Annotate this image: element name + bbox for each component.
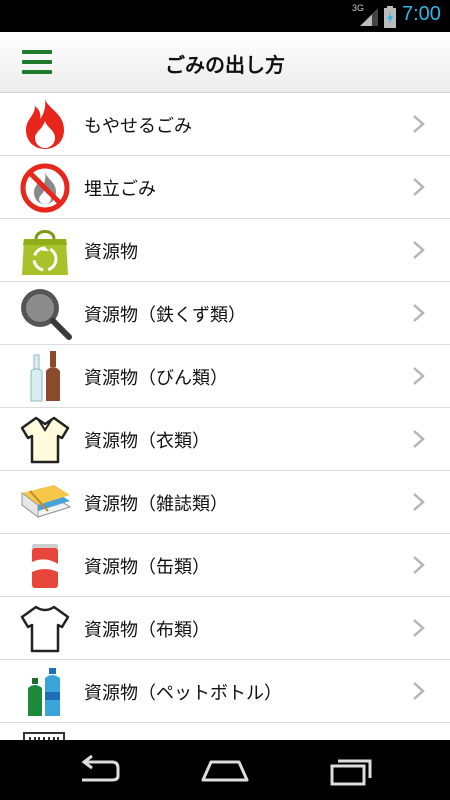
- list-item-clothing[interactable]: 資源物（衣類）: [0, 408, 450, 471]
- status-bar: 3G 7:00: [0, 0, 450, 32]
- list-item-scrap-metal[interactable]: 資源物（鉄くず類）: [0, 282, 450, 345]
- list-item-label: 資源物（缶類）: [84, 557, 210, 578]
- list-item-cans[interactable]: 資源物（缶類）: [0, 534, 450, 597]
- list-item-label: 埋立ごみ: [84, 179, 156, 200]
- bottles-icon: [30, 351, 60, 402]
- chevron-right-icon: [413, 115, 425, 133]
- list-item-label: 資源物（衣類）: [84, 431, 210, 452]
- home-icon[interactable]: [197, 754, 253, 786]
- list-item-label: 資源物（布類）: [84, 620, 210, 641]
- list-item-magazines[interactable]: 資源物（雑誌類）: [0, 471, 450, 534]
- recent-apps-icon[interactable]: [322, 754, 378, 786]
- landfill-no-fire-icon: [20, 163, 70, 213]
- page-title: ごみの出し方: [165, 53, 285, 77]
- category-list[interactable]: もやせるごみ 埋立ごみ 資源物 資源物（鉄くず類） 資源物（びん類） 資源物（衣…: [0, 93, 450, 740]
- list-item-recyclables[interactable]: 資源物: [0, 219, 450, 282]
- list-item-label: 資源物（鉄くず類）: [84, 305, 246, 326]
- chevron-right-icon: [413, 682, 425, 700]
- list-item-label: もやせるごみ: [84, 116, 192, 137]
- list-item-bottles[interactable]: 資源物（びん類）: [0, 345, 450, 408]
- battery-charging-icon: [384, 6, 396, 28]
- list-item-label: 資源物（びん類）: [84, 368, 228, 389]
- chevron-right-icon: [413, 430, 425, 448]
- list-item-label: 資源物: [84, 242, 138, 263]
- app-bar: ごみの出し方: [0, 32, 450, 93]
- recycle-bag-icon: [22, 230, 68, 275]
- list-item-label: 資源物（雑誌類）: [84, 494, 228, 515]
- t-shirt-icon: [20, 605, 70, 653]
- list-item-burnable[interactable]: もやせるごみ: [0, 93, 450, 156]
- magazines-icon: [20, 485, 72, 518]
- polo-shirt-icon: [20, 416, 70, 464]
- back-icon[interactable]: [72, 754, 128, 786]
- clock: 7:00: [402, 3, 441, 25]
- frying-pan-icon: [21, 289, 72, 340]
- list-item-label: 資源物（ペットボトル）: [84, 683, 282, 704]
- chevron-right-icon: [413, 493, 425, 511]
- burnable-fire-icon: [26, 99, 64, 149]
- chevron-right-icon: [413, 619, 425, 637]
- chevron-right-icon: [413, 241, 425, 259]
- list-item-cloth[interactable]: 資源物（布類）: [0, 597, 450, 660]
- system-nav-bar: [0, 740, 450, 800]
- chevron-right-icon: [413, 367, 425, 385]
- list-item-partial[interactable]: [0, 723, 450, 740]
- list-item-landfill[interactable]: 埋立ごみ: [0, 156, 450, 219]
- chevron-right-icon: [413, 556, 425, 574]
- chevron-right-icon: [413, 178, 425, 196]
- pet-bottles-icon: [28, 668, 60, 716]
- can-icon: [32, 544, 58, 588]
- barcode-icon: [23, 732, 65, 740]
- list-item-pet-bottles[interactable]: 資源物（ペットボトル）: [0, 660, 450, 723]
- chevron-right-icon: [413, 304, 425, 322]
- signal-icon: [360, 8, 378, 26]
